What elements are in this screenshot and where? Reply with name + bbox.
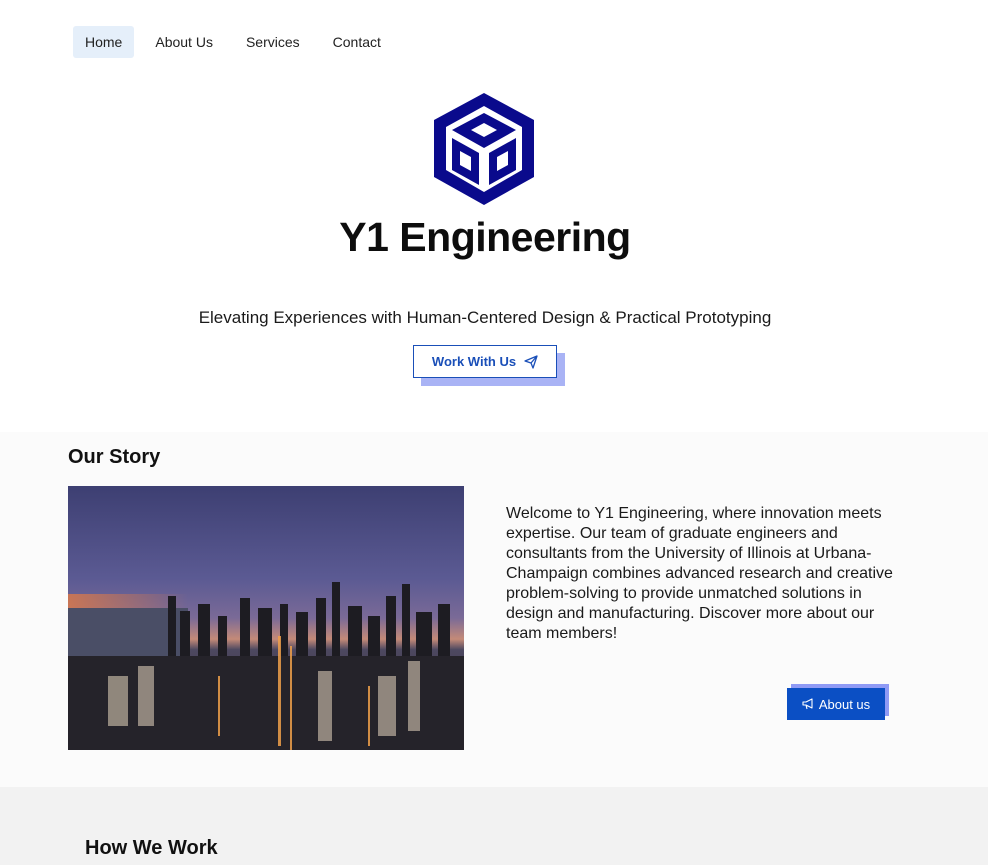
how-title: How We Work (85, 837, 218, 859)
work-with-us-label: Work With Us (431, 354, 517, 369)
our-story-section: Our Story Welcome to Y1 Engineering, whe… (0, 432, 988, 787)
about-us-button[interactable]: About us (787, 688, 885, 720)
about-us-wrap: About us (787, 684, 889, 720)
nav-item-services[interactable]: Services (234, 26, 312, 58)
how-we-work-section: How We Work (0, 787, 988, 865)
about-us-label: About us (818, 696, 871, 712)
nav-item-contact[interactable]: Contact (321, 26, 393, 58)
megaphone-icon (802, 698, 813, 710)
hero-tagline: Elevating Experiences with Human-Centere… (198, 308, 772, 327)
story-text: Welcome to Y1 Engineering, where innovat… (506, 505, 893, 642)
work-with-us-button[interactable]: Work With Us (413, 345, 557, 378)
story-title: Our Story (68, 446, 161, 468)
cube-logo-icon (434, 93, 534, 205)
city-skyline-image (68, 486, 464, 750)
nav-item-about-us[interactable]: About Us (143, 26, 225, 58)
work-with-us-wrap: Work With Us (413, 345, 565, 386)
top-nav: Home About Us Services Contact (73, 26, 402, 58)
hero-title: Y1 Engineering (339, 214, 631, 260)
brand-logo (433, 93, 535, 205)
send-icon (524, 354, 538, 369)
nav-item-home[interactable]: Home (73, 26, 135, 58)
